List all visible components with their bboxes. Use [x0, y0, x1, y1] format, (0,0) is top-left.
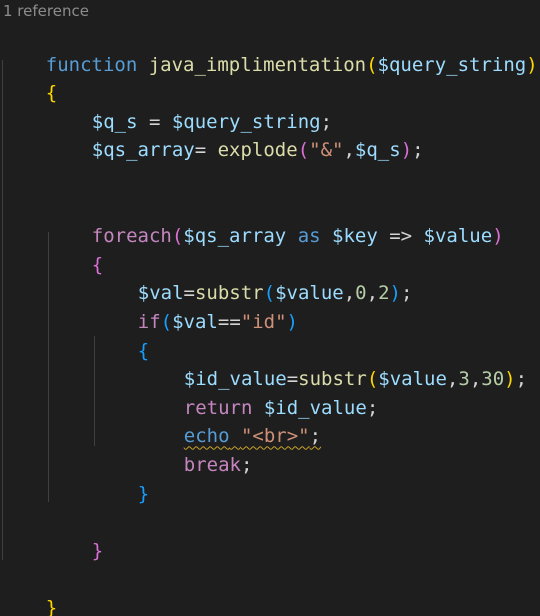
code-line-assign-qs[interactable]: $q_s = $query_string;	[46, 79, 332, 133]
code-line-break[interactable]: break;	[138, 422, 253, 476]
comma: ,	[366, 282, 379, 305]
function-keyword: function	[45, 53, 138, 76]
foreach-keyword: foreach	[91, 225, 172, 248]
variable: $val	[172, 310, 218, 333]
number-literal: 30	[481, 368, 505, 391]
parameter: $query_string	[377, 53, 527, 76]
brace: }	[45, 596, 58, 616]
bracket: )	[492, 225, 504, 248]
code-line-foreach[interactable]: foreach($qs_array as $key => $value)	[46, 194, 504, 247]
bracket: )	[526, 53, 538, 76]
code-line-close-brace[interactable]: }	[92, 451, 149, 505]
number-literal: 2	[378, 282, 390, 305]
comma: ,	[446, 368, 459, 391]
variable: $qs_array	[183, 225, 287, 248]
code-line-open-brace[interactable]: {	[0, 51, 57, 104]
bracket: )	[286, 310, 298, 333]
bracket: (	[160, 310, 173, 333]
semicolon: ;	[366, 396, 379, 419]
bracket: )	[400, 139, 413, 162]
code-line-substr-val[interactable]: $val=substr($value,0,2);	[92, 251, 413, 304]
variable: $value	[378, 368, 447, 391]
string-literal: "id"	[240, 310, 287, 333]
code-line-substr-id[interactable]: $id_value=substr($value,3,30);	[138, 337, 527, 390]
string-literal: "&"	[309, 139, 344, 162]
code-line-open-brace[interactable]: {	[92, 308, 149, 362]
semicolon: ;	[400, 282, 413, 305]
function-call: explode	[217, 139, 298, 162]
as-keyword: as	[286, 225, 333, 248]
variable: $q_s	[354, 139, 401, 162]
variable: $key	[332, 225, 378, 248]
semicolon: ;	[412, 139, 424, 162]
bracket: (	[171, 225, 184, 248]
number-literal: 0	[355, 282, 367, 305]
semicolon: ;	[309, 425, 322, 448]
bracket: (	[366, 53, 378, 76]
comma: ,	[343, 139, 355, 162]
semicolon: ;	[240, 453, 253, 476]
break-keyword: break	[183, 453, 241, 476]
codelens-references-link[interactable]: 1 reference	[3, 0, 89, 22]
code-line-return[interactable]: return $id_value;	[138, 365, 379, 419]
bracket: (	[297, 139, 310, 162]
code-line-explode[interactable]: $qs_array= explode("&",$q_s);	[46, 108, 424, 161]
code-line-if[interactable]: if($val=="id")	[92, 279, 298, 333]
variable: $qs_array	[91, 139, 195, 162]
bracket: )	[504, 368, 516, 391]
number-literal: 3	[458, 368, 470, 391]
code-line-close-brace[interactable]: }	[0, 565, 57, 616]
operator: =	[194, 139, 218, 162]
code-line-open-brace[interactable]: {	[46, 222, 103, 276]
bracket: )	[389, 282, 401, 305]
brace: }	[137, 482, 150, 505]
comma: ,	[469, 368, 482, 391]
brace: }	[91, 539, 104, 562]
variable: $value	[423, 225, 493, 248]
function-name: java_implimentation	[148, 53, 367, 76]
code-line-function-signature[interactable]: function java_implimentation($query_stri…	[0, 22, 538, 76]
operator: ==	[217, 310, 241, 333]
code-line-echo[interactable]: echo "<br>";	[138, 394, 321, 447]
arrow-operator: =>	[377, 225, 424, 248]
code-editor[interactable]: 1 reference function java_implimentation…	[0, 0, 540, 616]
semicolon: ;	[515, 368, 528, 391]
code-line-close-brace[interactable]: }	[46, 508, 103, 562]
comma: ,	[343, 282, 356, 305]
